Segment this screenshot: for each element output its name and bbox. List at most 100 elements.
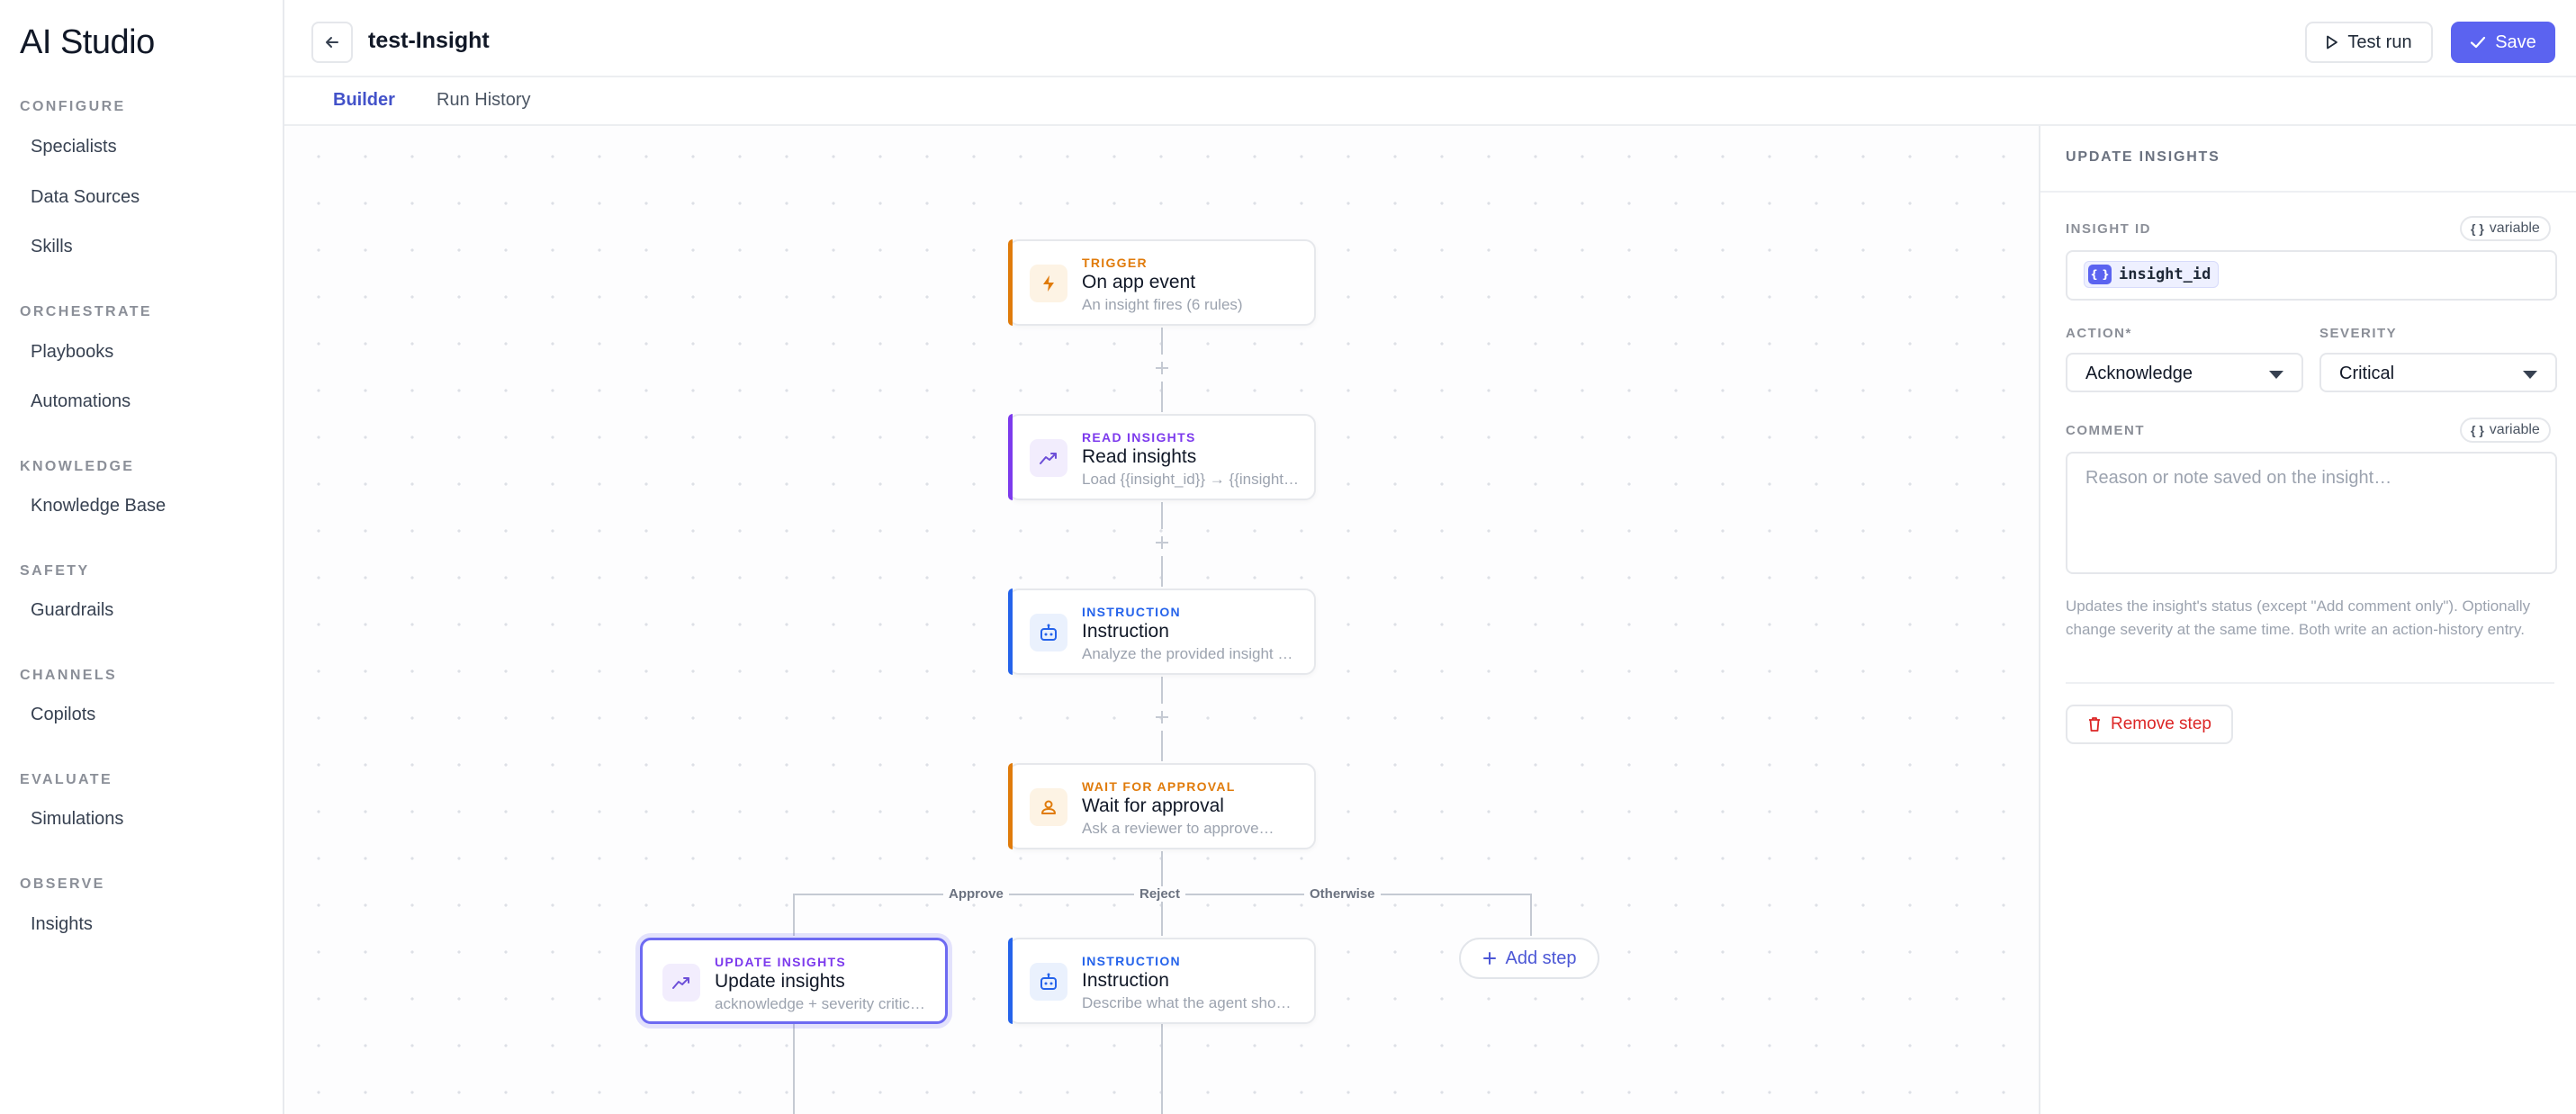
tab-bar: Builder Run History [284, 77, 2576, 126]
nav-item-guardrails[interactable]: Guardrails [31, 600, 113, 621]
node-accent [1008, 938, 1013, 1024]
node-accent [1008, 763, 1013, 849]
severity-label: SEVERITY [2319, 326, 2398, 341]
brand-title: AI Studio [20, 23, 155, 61]
chevron-down-icon [2269, 371, 2283, 379]
trend-icon [1030, 439, 1067, 477]
node-wait-for-approval[interactable]: WAIT FOR APPROVAL Wait for approval Ask … [1008, 763, 1316, 849]
page-header: test-Insight Test run Save [284, 0, 2576, 77]
node-accent [1008, 414, 1013, 500]
node-title: Instruction [1082, 621, 1169, 642]
test-run-label: Test run [2347, 31, 2412, 52]
arrow-left-icon [326, 37, 338, 48]
add-step-button[interactable]: Add step [1459, 938, 1599, 979]
node-subtitle: Analyze the provided insight … [1082, 645, 1293, 662]
nav-item-specialists[interactable]: Specialists [31, 137, 117, 157]
remove-step-label: Remove step [2111, 714, 2211, 733]
action-value: Acknowledge [2085, 364, 2193, 383]
play-icon [2327, 35, 2338, 49]
nav-item-copilots[interactable]: Copilots [31, 705, 95, 725]
nav-section-channels: CHANNELS [20, 668, 118, 683]
node-read-insights[interactable]: READ INSIGHTS Read insights Load {{insig… [1008, 414, 1316, 500]
node-instruction[interactable]: INSTRUCTION Instruction Analyze the prov… [1008, 588, 1316, 675]
braces-icon: { } [2088, 265, 2112, 284]
node-accent [1008, 588, 1013, 675]
remove-step-button[interactable]: Remove step [2066, 705, 2233, 744]
nav-item-insights[interactable]: Insights [31, 914, 93, 935]
bolt-icon [1030, 265, 1067, 302]
variable-label: variable [2489, 220, 2540, 236]
tab-builder[interactable]: Builder [333, 90, 395, 111]
plus-icon [1482, 952, 1496, 965]
node-subtitle: An insight fires (6 rules) [1082, 296, 1243, 313]
node-trigger[interactable]: TRIGGER On app event An insight fires (6… [1008, 239, 1316, 326]
insight-id-variable-toggle[interactable]: { } variable [2460, 216, 2551, 241]
branch-label-otherwise: Otherwise [1304, 886, 1381, 902]
comment-variable-toggle[interactable]: { } variable [2460, 418, 2551, 443]
nav-section-observe: OBSERVE [20, 876, 105, 892]
step-config-panel: UPDATE INSIGHTS INSIGHT ID { } variable … [2039, 126, 2576, 1114]
chevron-down-icon [2523, 371, 2537, 379]
panel-divider [2040, 191, 2576, 193]
insight-id-token-text: insight_id [2119, 265, 2211, 283]
sidebar: AI Studio CONFIGURE Specialists Data Sou… [0, 0, 284, 1114]
panel-title: UPDATE INSIGHTS [2066, 149, 2220, 165]
node-kind: WAIT FOR APPROVAL [1082, 779, 1236, 794]
node-title: Instruction [1082, 970, 1169, 991]
comment-placeholder: Reason or note saved on the insight… [2085, 468, 2392, 488]
add-step-label: Add step [1505, 948, 1577, 968]
nav-section-configure: CONFIGURE [20, 99, 126, 114]
tab-run-history[interactable]: Run History [437, 90, 530, 111]
nav-item-playbooks[interactable]: Playbooks [31, 342, 113, 363]
section-divider [2066, 682, 2554, 684]
nav-section-knowledge: KNOWLEDGE [20, 459, 135, 474]
nav-section-orchestrate: ORCHESTRATE [20, 304, 152, 319]
save-label: Save [2495, 31, 2536, 52]
test-run-button[interactable]: Test run [2305, 22, 2433, 63]
node-kind: READ INSIGHTS [1082, 430, 1196, 445]
node-kind: INSTRUCTION [1082, 605, 1181, 619]
node-kind: INSTRUCTION [1082, 954, 1181, 968]
save-button[interactable]: Save [2451, 22, 2555, 63]
comment-textarea[interactable]: Reason or note saved on the insight… [2066, 452, 2557, 574]
braces-icon: { } [2471, 423, 2484, 437]
page-title: test-Insight [368, 28, 490, 53]
nav-item-automations[interactable]: Automations [31, 391, 131, 412]
insight-id-field[interactable]: { } insight_id [2066, 250, 2557, 301]
braces-icon: { } [2471, 221, 2484, 236]
back-button[interactable] [311, 22, 353, 63]
nav-section-evaluate: EVALUATE [20, 772, 113, 787]
node-subtitle: Describe what the agent sho… [1082, 994, 1292, 1011]
branch-label-reject: Reject [1134, 886, 1186, 902]
action-label: ACTION* [2066, 326, 2132, 341]
robot-icon [1030, 963, 1067, 1001]
help-text: Updates the insight's status (except "Ad… [2066, 597, 2531, 638]
insight-id-token[interactable]: { } insight_id [2084, 261, 2220, 288]
severity-select[interactable]: Critical [2319, 353, 2557, 392]
person-icon [1030, 788, 1067, 826]
variable-label: variable [2489, 422, 2540, 437]
node-accent [1008, 239, 1013, 326]
node-title: Wait for approval [1082, 795, 1224, 816]
trash-icon [2089, 717, 2101, 732]
branch-label-approve: Approve [943, 886, 1009, 902]
node-title: On app event [1082, 272, 1196, 292]
workflow-canvas[interactable]: TRIGGER On app event An insight fires (6… [286, 126, 2039, 1114]
nav-item-data-sources[interactable]: Data Sources [31, 187, 140, 208]
node-instruction-reject[interactable]: INSTRUCTION Instruction Describe what th… [1008, 938, 1316, 1024]
node-title: Read insights [1082, 446, 1197, 467]
comment-label: COMMENT [2066, 423, 2145, 438]
severity-value: Critical [2339, 364, 2395, 383]
node-kind: UPDATE INSIGHTS [715, 955, 847, 969]
nav-section-safety: SAFETY [20, 563, 90, 579]
nav-item-simulations[interactable]: Simulations [31, 809, 123, 830]
node-kind: TRIGGER [1082, 256, 1148, 270]
node-title: Update insights [715, 971, 845, 992]
nav-item-knowledge-base[interactable]: Knowledge Base [31, 496, 166, 517]
action-select[interactable]: Acknowledge [2066, 353, 2303, 392]
insight-id-label: INSIGHT ID [2066, 221, 2152, 237]
check-icon [2471, 36, 2486, 49]
node-update-insights[interactable]: UPDATE INSIGHTS Update insights acknowle… [640, 938, 948, 1024]
robot-icon [1030, 614, 1067, 651]
nav-item-skills[interactable]: Skills [31, 237, 73, 257]
